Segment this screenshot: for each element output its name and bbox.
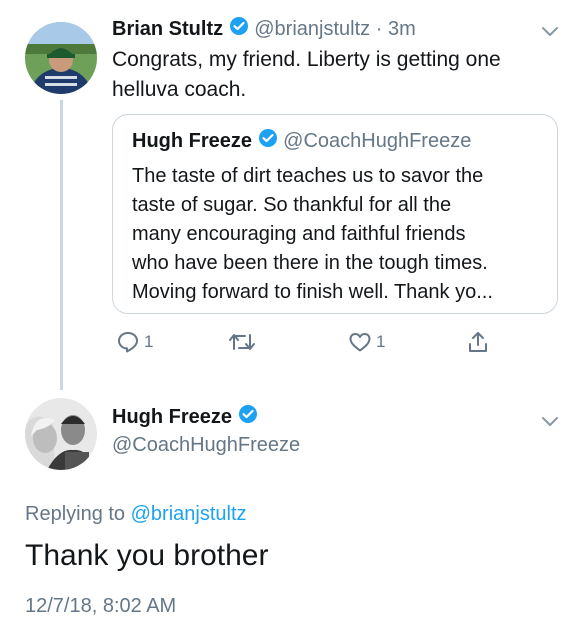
reply-tweet-text: Thank you brother: [25, 539, 269, 572]
chevron-down-icon[interactable]: [539, 410, 561, 432]
quoted-author-handle: @CoachHughFreeze: [283, 130, 472, 152]
heart-icon: [349, 333, 371, 352]
author-name[interactable]: Brian Stultz: [112, 18, 223, 40]
quoted-text-line: Moving forward to finish well. Thank yo.…: [132, 281, 493, 303]
tweet2-header: Hugh Freeze: [112, 404, 258, 431]
like-button[interactable]: 1: [348, 330, 385, 354]
tweet-text-line: helluva coach.: [112, 78, 247, 101]
author-name[interactable]: Hugh Freeze: [112, 406, 232, 428]
replying-to: Replying to @brianjstultz: [25, 501, 247, 527]
quoted-tweet-header: Hugh Freeze @CoachHughFreeze: [132, 128, 471, 155]
quoted-text-line: taste of sugar. So thankful for all the: [132, 194, 452, 216]
tweet-timestamp[interactable]: 12/7/18, 8:02 AM: [25, 593, 176, 619]
retweet-icon: [229, 334, 255, 350]
like-count: 1: [376, 332, 386, 351]
author-handle[interactable]: @CoachHughFreeze: [112, 432, 300, 458]
reply-count: 1: [144, 332, 154, 351]
quoted-text-line: The taste of dirt teaches us to savor th…: [132, 165, 484, 187]
author-handle[interactable]: @brianjstultz: [254, 18, 370, 40]
quoted-text-line: many encouraging and faithful friends: [132, 223, 466, 245]
verified-badge-icon: [258, 128, 278, 155]
reply-icon: [118, 332, 138, 353]
verified-badge-icon: [229, 16, 249, 43]
share-icon: [469, 332, 487, 352]
quoted-tweet-text: The taste of dirt teaches us to savor th…: [132, 162, 493, 307]
separator-dot: ·: [375, 18, 383, 40]
quoted-author-name: Hugh Freeze: [132, 130, 253, 152]
tweet-text-line: Congrats, my friend. Liberty is getting …: [112, 48, 501, 71]
tweet1-header: Brian Stultz @brianjstultz · 3m: [112, 16, 416, 43]
replying-prefix: Replying to: [25, 503, 126, 525]
thread-connector-line: [60, 100, 63, 390]
share-button[interactable]: [466, 330, 490, 354]
tweet-time[interactable]: 3m: [388, 18, 416, 40]
avatar-brian-stultz[interactable]: [25, 22, 97, 94]
chevron-down-icon[interactable]: [539, 20, 561, 42]
replying-handle-link[interactable]: @brianjstultz: [131, 503, 247, 525]
verified-badge-icon: [238, 404, 258, 431]
retweet-button[interactable]: [228, 330, 256, 354]
reply-button[interactable]: 1: [116, 330, 153, 354]
quoted-text-line: who have been there in the tough times.: [132, 252, 488, 274]
avatar-hugh-freeze[interactable]: [25, 398, 97, 470]
tweet1-text: Congrats, my friend. Liberty is getting …: [112, 45, 501, 105]
